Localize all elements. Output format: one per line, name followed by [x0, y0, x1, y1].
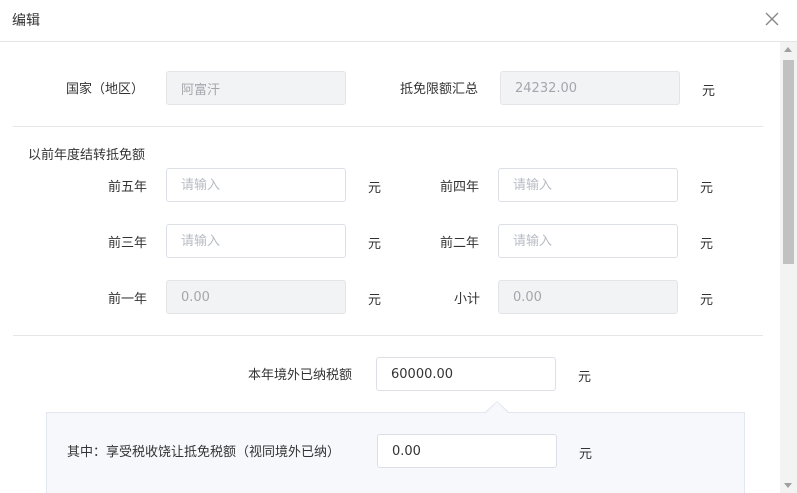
carryover-label-5y: 前五年	[108, 180, 148, 195]
foreign-tax-paid-label: 本年境外已纳税额	[248, 368, 353, 383]
panel-caret	[486, 402, 508, 413]
dialog-header	[0, 0, 797, 42]
carryover-label-2y: 前二年	[440, 236, 480, 251]
foreign-tax-paid-unit: 元	[578, 370, 592, 385]
carryover-unit-1y: 元	[368, 293, 382, 308]
limit-total-field[interactable]	[500, 71, 680, 105]
divider	[13, 335, 763, 336]
carryover-section-label: 以前年度结转抵免额	[28, 148, 146, 163]
carryover-input-3y[interactable]	[166, 224, 346, 258]
carryover-label-1y: 前一年	[108, 292, 148, 307]
carryover-unit-5y: 元	[368, 181, 382, 196]
scroll-up-icon[interactable]	[784, 47, 792, 52]
country-label: 国家（地区）	[66, 82, 145, 97]
divider	[13, 126, 763, 127]
limit-total-unit: 元	[702, 84, 716, 99]
carryover-input-5y[interactable]	[166, 168, 346, 202]
carryover-label-4y: 前四年	[440, 180, 480, 195]
carryover-input-1y[interactable]	[166, 280, 346, 314]
carryover-unit-2y: 元	[700, 237, 714, 252]
subtotal-field[interactable]	[498, 280, 678, 314]
tax-sparing-unit: 元	[579, 447, 593, 462]
close-icon[interactable]	[762, 9, 782, 29]
carryover-unit-3y: 元	[368, 237, 382, 252]
carryover-input-4y[interactable]	[498, 168, 678, 202]
scroll-down-icon[interactable]	[784, 483, 792, 488]
subtotal-label: 小计	[454, 292, 481, 307]
scrollbar-thumb[interactable]	[783, 60, 794, 264]
carryover-label-3y: 前三年	[108, 236, 148, 251]
carryover-input-2y[interactable]	[498, 224, 678, 258]
carryover-unit-4y: 元	[700, 181, 714, 196]
foreign-tax-paid-input[interactable]	[376, 357, 556, 391]
country-field[interactable]	[166, 71, 346, 105]
subtotal-unit: 元	[700, 293, 714, 308]
tax-sparing-label: 其中：享受税收饶让抵免税额（视同境外已纳）	[67, 445, 341, 460]
dialog-title: 编辑	[12, 13, 40, 29]
limit-total-label: 抵免限额汇总	[400, 82, 479, 97]
tax-sparing-input[interactable]	[377, 434, 557, 468]
